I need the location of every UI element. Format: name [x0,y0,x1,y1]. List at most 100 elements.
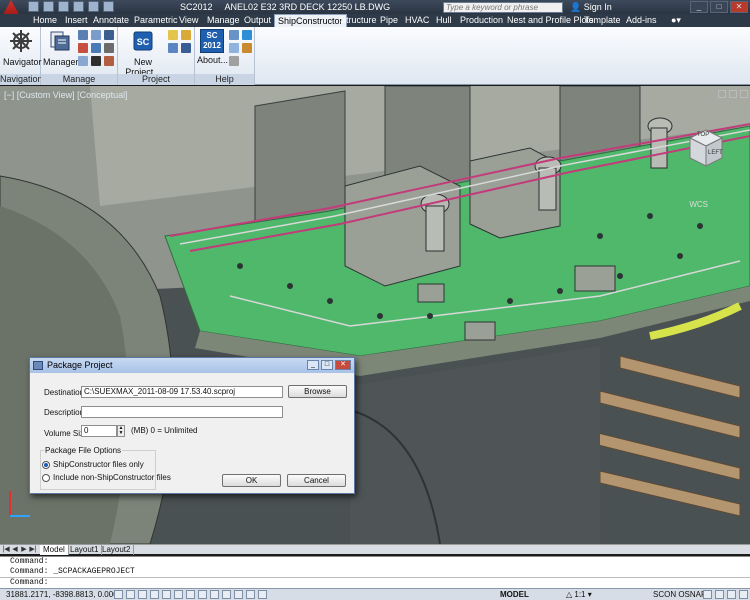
tab-hull[interactable]: Hull [433,14,455,27]
close-icon[interactable]: ✕ [730,1,748,13]
tab-view[interactable]: View [176,14,201,27]
new-file-icon[interactable] [28,1,39,12]
package-icon[interactable] [181,30,191,40]
maximize-icon[interactable]: □ [710,1,728,13]
tab-add-ins[interactable]: Add-ins [623,14,660,27]
tab-annotate[interactable]: Annotate [90,14,132,27]
viewport-minimize-icon[interactable] [718,90,726,98]
lineweight-icon[interactable] [222,590,231,599]
tab-home[interactable]: Home [30,14,60,27]
database-icon[interactable] [168,43,178,53]
feedback-icon[interactable] [229,56,239,66]
3d-object-snap-icon[interactable] [174,590,183,599]
tab-insert[interactable]: Insert [62,14,91,27]
viewport-close-icon[interactable] [740,90,748,98]
sign-in-button[interactable]: 👤 Sign In [570,2,612,13]
navigator-button[interactable]: Navigator [3,29,42,67]
minimize-icon[interactable]: _ [690,1,708,13]
dynamic-input-icon[interactable] [210,590,219,599]
grid-icon[interactable] [104,30,114,40]
tab-hvac[interactable]: HVAC [402,14,432,27]
pencil-icon[interactable] [104,56,114,66]
cancel-button[interactable]: Cancel [287,474,346,487]
next-layout-icon[interactable]: ▶ [20,545,28,554]
first-layout-icon[interactable]: |◀ [2,545,10,554]
volume-size-field[interactable]: 0 [81,425,117,437]
dialog-maximize-icon[interactable]: □ [321,360,333,370]
prev-layout-icon[interactable]: ◀ [11,545,19,554]
ribbon-options-icon[interactable]: ●▾ [668,14,684,27]
layers-icon[interactable] [91,30,101,40]
table-icon[interactable] [104,43,114,53]
layout-tab-model[interactable]: Model [40,545,69,555]
layout-tab-layout2[interactable]: Layout2 [99,545,135,555]
tab-output[interactable]: Output [241,14,274,27]
ok-button[interactable]: OK [222,474,281,487]
snap-mode-icon[interactable] [114,590,123,599]
target-icon[interactable] [78,43,88,53]
folder-icon[interactable] [168,30,178,40]
object-snap-icon[interactable] [162,590,171,599]
viewport-maximize-icon[interactable] [729,90,737,98]
tab-pipe[interactable]: Pipe [377,14,401,27]
sc-only-radio[interactable] [42,461,50,469]
isolate-objects-icon[interactable] [727,590,736,599]
clean-screen-icon[interactable] [739,590,748,599]
manager-button[interactable]: Manager [43,29,79,67]
undo-icon[interactable] [73,1,84,12]
drafting-tools [114,590,267,599]
dialog-minimize-icon[interactable]: _ [307,360,319,370]
cursor-coordinates[interactable]: 31881.2171, -8398.8813, 0.0000 [6,590,122,599]
tab-structure[interactable]: Structure [337,14,380,27]
copy-icon[interactable] [181,43,191,53]
browse-button[interactable]: Browse [288,385,347,398]
hardware-acceleration-icon[interactable] [715,590,724,599]
tab-template[interactable]: Template [581,14,624,27]
wcs-menu[interactable]: WCS [689,200,708,209]
tab-production[interactable]: Production [457,14,506,27]
grid-display-icon[interactable] [126,590,135,599]
include-non-sc-radio[interactable] [42,474,50,482]
cycle-icon[interactable] [78,56,88,66]
web-icon[interactable] [242,30,252,40]
help-icon[interactable] [229,30,239,40]
package-options-group [40,450,156,490]
sc-project-icon: SC [133,31,153,51]
tab-shipconstructor[interactable]: ShipConstructor [274,14,347,27]
model-space-toggle[interactable]: MODEL [500,590,529,599]
layout-tab-layout1[interactable]: Layout1 [67,545,103,555]
lock-icon[interactable] [703,590,712,599]
dialog-close-icon[interactable]: ✕ [335,360,351,370]
dynamic-ucs-icon[interactable] [198,590,207,599]
update-icon[interactable] [242,43,252,53]
viewcube[interactable]: TOP LEFT [686,128,726,168]
scon-osnap-button[interactable]: SCON OSNAP [653,590,706,599]
ortho-mode-icon[interactable] [138,590,147,599]
object-snap-tracking-icon[interactable] [186,590,195,599]
about-button[interactable]: SC 2012 About... [197,29,228,65]
tab-parametric[interactable]: Parametric [131,14,181,27]
dialog-title-bar[interactable]: Package Project _ □ ✕ [30,358,354,373]
users-icon[interactable] [78,30,88,40]
open-file-icon[interactable] [43,1,54,12]
viewport-view-label[interactable]: [−] [Custom View] [Conceptual] [4,90,128,100]
polar-tracking-icon[interactable] [150,590,159,599]
volume-size-spinner[interactable]: ▲ ▼ [117,425,125,437]
search-input[interactable]: Type a keyword or phrase [443,2,563,13]
annotation-scale[interactable]: △ 1:1 ▾ [566,590,592,599]
last-layout-icon[interactable]: ▶| [29,545,37,554]
save-icon[interactable] [58,1,69,12]
plot-icon[interactable] [103,1,114,12]
quick-properties-icon[interactable] [246,590,255,599]
transparency-icon[interactable] [234,590,243,599]
command-input[interactable]: Command: [0,577,750,587]
destination-field[interactable]: C:\SUEXMAX_2011-08-09 17.53.40.scproj [81,386,283,398]
new-project-button[interactable]: SC New Project... [120,29,166,77]
settings-icon[interactable] [91,56,101,66]
support-icon[interactable] [229,43,239,53]
description-field[interactable] [81,406,283,418]
link-icon[interactable] [91,43,101,53]
redo-icon[interactable] [88,1,99,12]
selection-cycling-icon[interactable] [258,590,267,599]
tab-manage[interactable]: Manage [204,14,243,27]
